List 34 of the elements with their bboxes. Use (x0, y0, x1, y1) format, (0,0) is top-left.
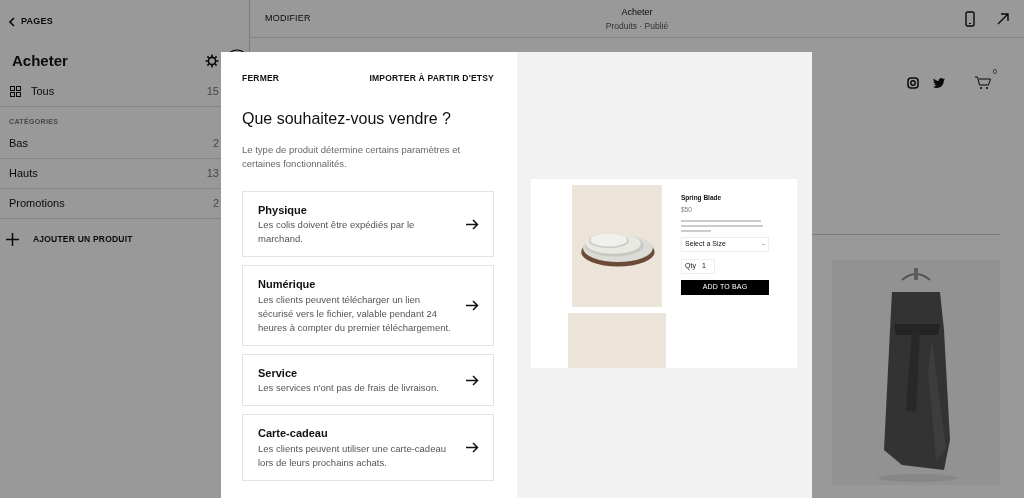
arrow-up-right-icon[interactable] (997, 12, 1009, 25)
arrow-right-icon (466, 374, 479, 386)
page-subtitle: Produits · Publié (605, 19, 669, 33)
all-count: 15 (206, 84, 219, 100)
arrow-right-icon (466, 300, 479, 311)
dialog-heading: Que souhaitez-vous vendre ? (242, 108, 452, 129)
option-description: Les clients peuvent utiliser une carte-cadeau lors de leurs prochains achats. (258, 441, 447, 470)
back-link[interactable]: PAGES (0, 0, 249, 30)
arrow-right-icon (466, 218, 479, 230)
option-title: Carte-cadeau (258, 426, 329, 442)
product-type-option[interactable]: Numérique Les clients peuvent télécharger un lien sécurisé vers le fichier, valable pendant 24 heures à compter du premier téléchargement. (242, 265, 494, 346)
gear-icon[interactable] (205, 54, 219, 68)
option-title: Physique (258, 202, 308, 218)
all-label: Tous (31, 84, 55, 100)
chevron-left-icon (9, 17, 15, 27)
edit-button[interactable]: MODIFIER (265, 11, 311, 26)
plus-icon (6, 232, 19, 246)
bird-icon[interactable] (933, 78, 945, 88)
option-description: Les services n'ont pas de frais de livraison. (258, 381, 440, 396)
grid-icon (10, 86, 21, 97)
page-title: Acheter (621, 6, 653, 19)
product-type-option[interactable]: Carte-cadeau Les clients peuvent utiliser une carte-cadeau lors de leurs prochains achats. (242, 414, 494, 481)
product-type-option[interactable]: Physique Les colis doivent être expédiés par le marchand. (242, 190, 494, 258)
product-type-option[interactable]: Service Les services n'ont pas de frais de livraison. (242, 353, 494, 407)
page-title: Acheter (12, 50, 68, 71)
cart-icon[interactable] (975, 76, 991, 90)
option-description: Les clients peuvent télécharger un lien sécurisé vers le fichier, valable pendant 24 heures à compter du premier téléchargement. (258, 292, 452, 335)
option-title: Service (258, 365, 299, 381)
instagram-icon[interactable] (907, 77, 919, 89)
arrow-right-icon (466, 442, 479, 453)
option-description: Les colis doivent être expédiés par le marchand. (258, 218, 416, 247)
import-etsy-button[interactable]: IMPORTER À PARTIR D'ETSY (369, 72, 494, 85)
mobile-phone-icon[interactable] (965, 10, 975, 27)
option-title: Numérique (258, 277, 317, 293)
